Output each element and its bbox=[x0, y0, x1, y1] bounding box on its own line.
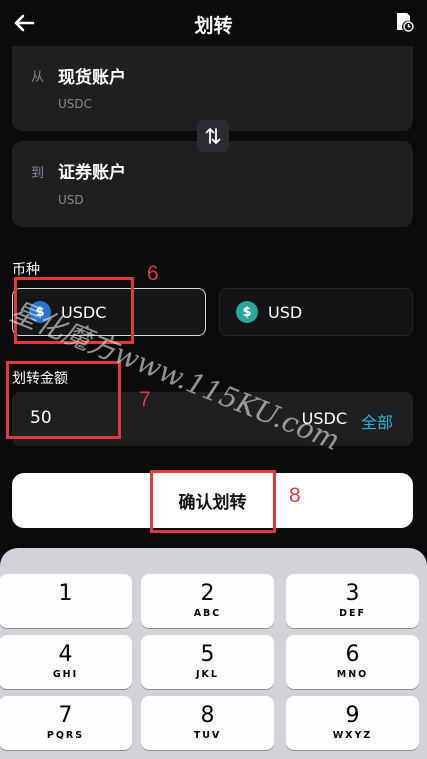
history-icon[interactable] bbox=[393, 11, 415, 33]
annotation-number: 7 bbox=[139, 388, 151, 411]
header: 划转 bbox=[0, 0, 427, 46]
key-8[interactable]: 8 TUV bbox=[141, 696, 274, 750]
key-9[interactable]: 9 WXYZ bbox=[286, 696, 419, 750]
annotation-box bbox=[14, 277, 134, 344]
to-account-currency: USD bbox=[58, 193, 84, 207]
from-account-name: 现货账户 bbox=[58, 68, 126, 88]
key-6[interactable]: 6 MNO bbox=[286, 635, 419, 689]
annotation-box bbox=[6, 361, 121, 439]
swap-button[interactable] bbox=[197, 120, 229, 152]
annotation-number: 6 bbox=[147, 262, 159, 285]
annotation-number: 8 bbox=[289, 484, 301, 507]
to-label: 到 bbox=[31, 166, 45, 181]
to-account-card[interactable]: 到 证券账户 USD bbox=[12, 141, 413, 227]
key-5[interactable]: 5 JKL bbox=[141, 635, 274, 689]
key-7[interactable]: 7 PQRS bbox=[0, 696, 132, 750]
usd-coin-icon: $ bbox=[236, 301, 258, 323]
coin-label: 币种 bbox=[12, 262, 40, 278]
page-title: 划转 bbox=[194, 15, 233, 37]
from-account-currency: USDC bbox=[58, 97, 93, 111]
annotation-box bbox=[150, 470, 276, 533]
numeric-keyboard: 1 2 ABC 3 DEF 4 GHI 5 JKL 6 MNO 7 PQRS 8… bbox=[0, 548, 427, 759]
from-label: 从 bbox=[31, 70, 45, 85]
to-account-name: 证券账户 bbox=[58, 163, 126, 183]
swap-arrows-icon bbox=[205, 128, 221, 144]
amount-unit: USDC bbox=[301, 409, 347, 428]
key-4[interactable]: 4 GHI bbox=[0, 635, 132, 689]
coin-option-usd[interactable]: $ USD bbox=[219, 288, 413, 336]
key-3[interactable]: 3 DEF bbox=[286, 574, 419, 628]
key-1[interactable]: 1 bbox=[0, 574, 132, 628]
all-button[interactable]: 全部 bbox=[361, 409, 393, 433]
coin-option-label: USD bbox=[268, 302, 303, 322]
key-2[interactable]: 2 ABC bbox=[141, 574, 274, 628]
from-account-card[interactable]: 从 现货账户 USDC bbox=[12, 46, 413, 131]
